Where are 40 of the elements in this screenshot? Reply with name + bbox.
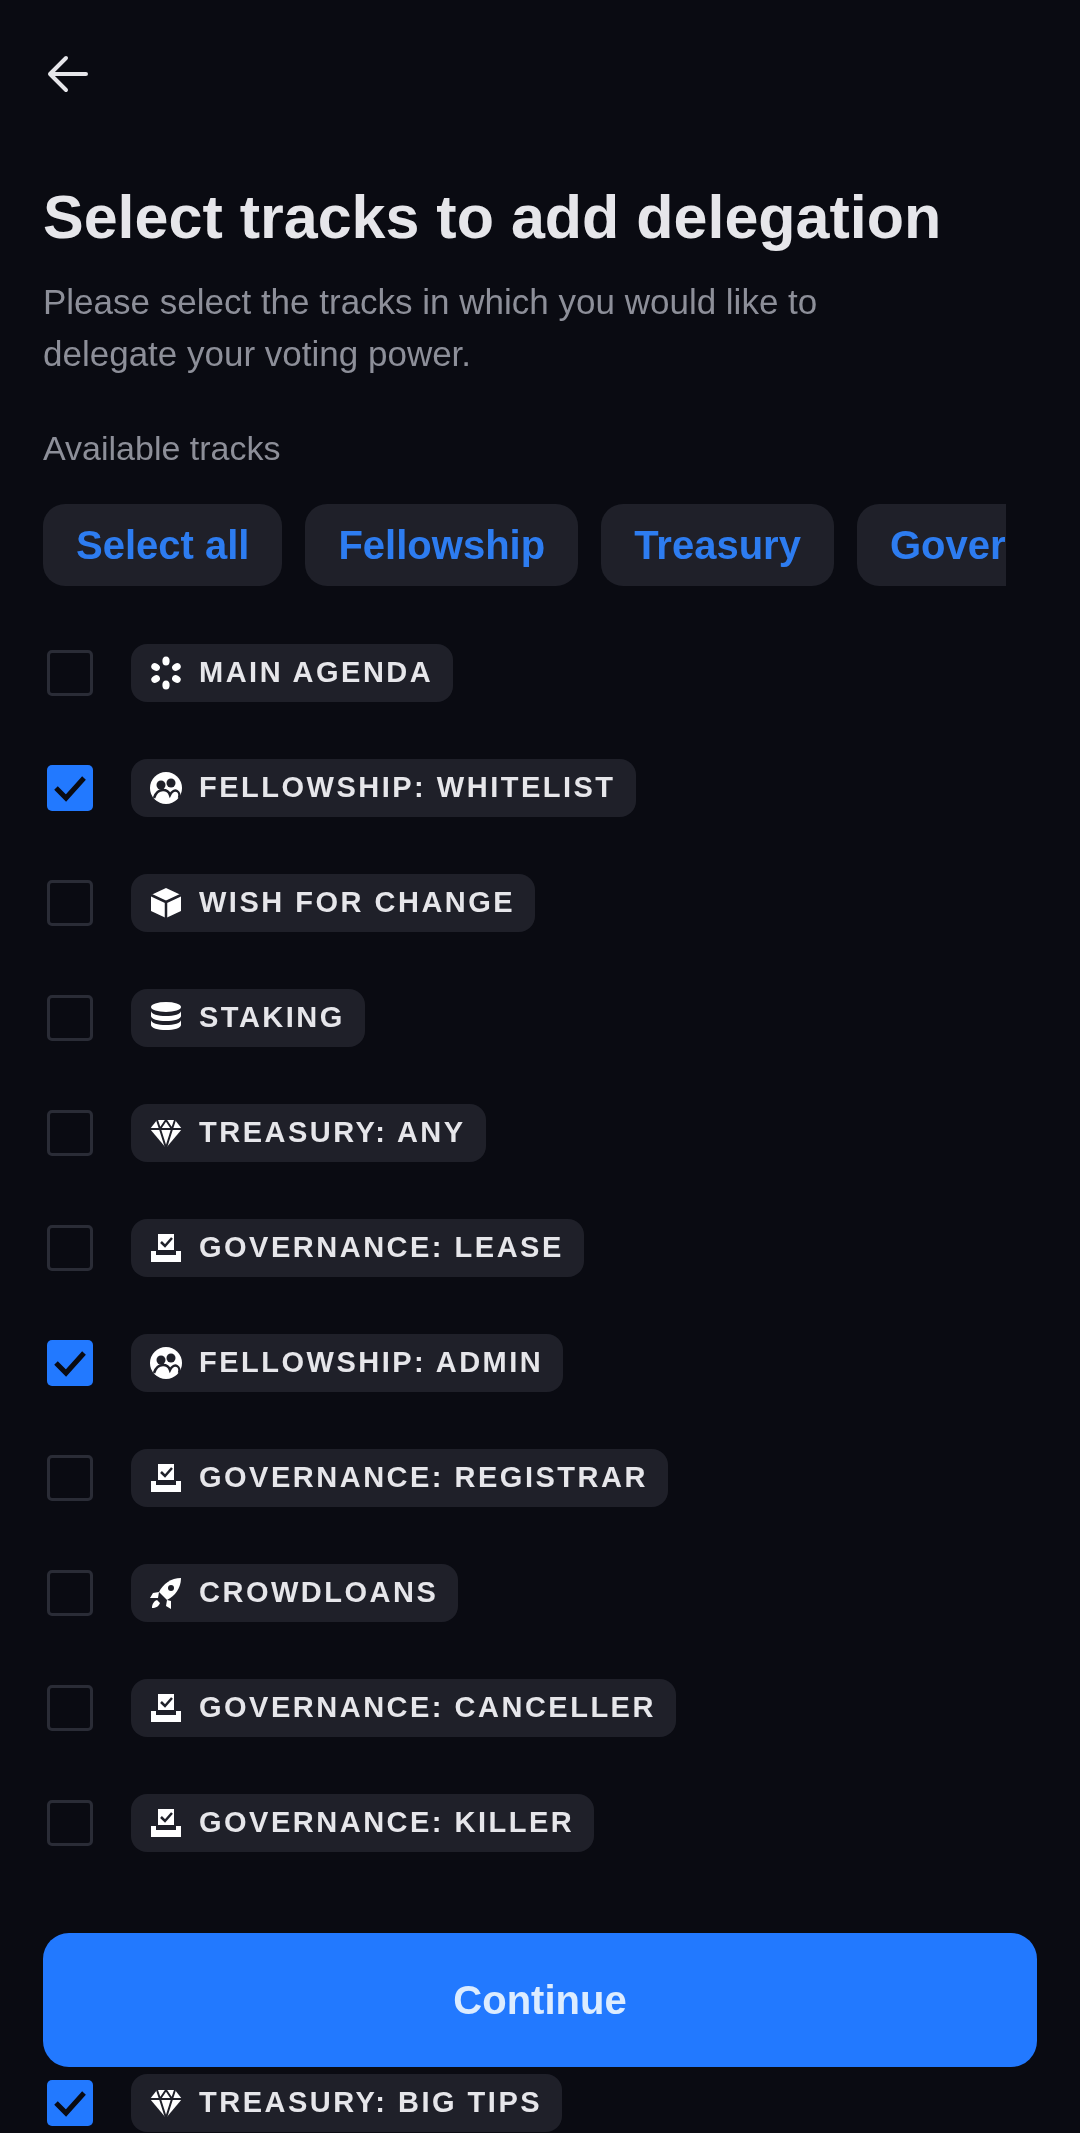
ring-of-dots-icon	[149, 656, 183, 691]
check-icon	[53, 2089, 87, 2118]
track-label: TREASURY: BIG TIPS	[199, 2085, 543, 2121]
cube-icon	[149, 886, 183, 921]
track-label: GOVERNANCE: CANCELLER	[199, 1690, 656, 1726]
track-label: STAKING	[199, 1000, 345, 1036]
filter-chip[interactable]: Gover	[856, 504, 1006, 587]
people-icon	[149, 771, 183, 806]
check-icon	[53, 774, 87, 803]
track-label: MAIN AGENDA	[199, 655, 434, 691]
section-label: Available tracks	[43, 428, 282, 470]
continue-button[interactable]: Continue	[43, 1933, 1037, 2067]
checkbox[interactable]	[47, 2080, 93, 2127]
check-icon	[53, 1349, 87, 1378]
track-label: TREASURY: ANY	[199, 1115, 466, 1151]
checkbox[interactable]	[47, 1800, 93, 1847]
checkbox[interactable]	[47, 880, 93, 927]
checkbox[interactable]	[47, 1570, 93, 1617]
checkbox[interactable]	[47, 1455, 93, 1502]
checkbox[interactable]	[47, 765, 93, 812]
checkbox[interactable]	[47, 650, 93, 697]
filter-chip[interactable]: Treasury	[601, 504, 834, 587]
checkbox[interactable]	[47, 1110, 93, 1157]
people-icon	[149, 1346, 183, 1381]
track-label: CROWDLOANS	[199, 1575, 439, 1611]
checkbox[interactable]	[47, 1225, 93, 1272]
track-label: FELLOWSHIP: ADMIN	[199, 1345, 544, 1381]
filter-chip[interactable]: Fellowship	[305, 504, 579, 587]
track-label: FELLOWSHIP: WHITELIST	[199, 770, 616, 806]
checkbox[interactable]	[47, 995, 93, 1042]
track-label: WISH FOR CHANGE	[199, 885, 516, 921]
page-title: Select tracks to add delegation	[43, 182, 943, 253]
track-label: GOVERNANCE: LEASE	[199, 1230, 564, 1266]
track-label: GOVERNANCE: REGISTRAR	[199, 1460, 648, 1496]
page-subtitle: Please select the tracks in which you would like to delegate your voting power.	[43, 281, 819, 376]
rocket-icon	[149, 1576, 183, 1611]
track-label: GOVERNANCE: KILLER	[199, 1805, 575, 1841]
checkbox[interactable]	[47, 1340, 93, 1387]
filter-chip[interactable]: Select all	[43, 504, 283, 587]
checkbox[interactable]	[47, 1685, 93, 1732]
